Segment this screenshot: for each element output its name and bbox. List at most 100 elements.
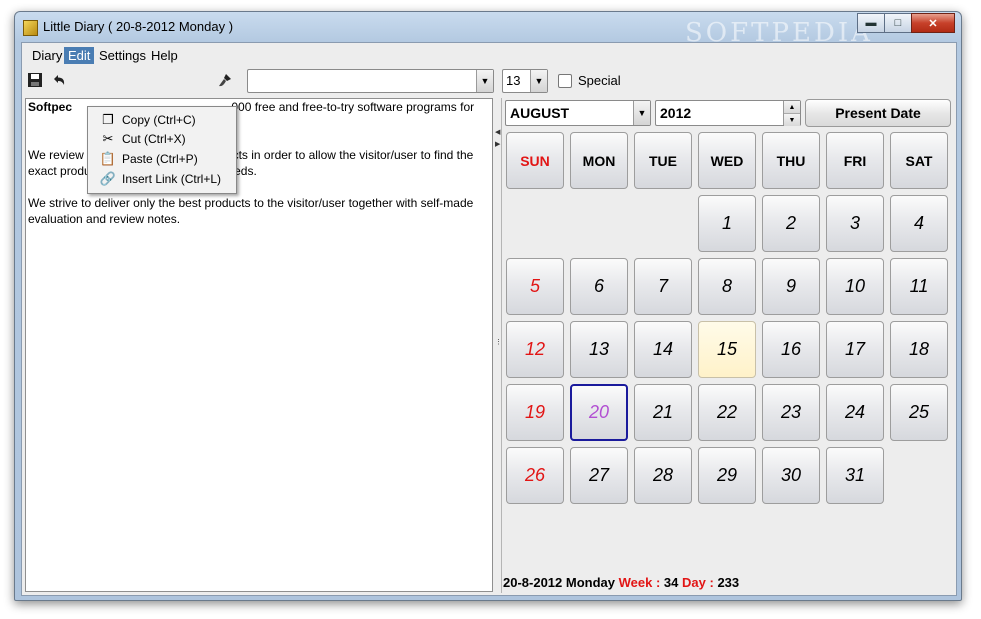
edit-menu-dropdown: ❐ Copy (Ctrl+C) ✂ Cut (Ctrl+X) 📋 Paste (…: [87, 106, 237, 194]
font-size-dropdown-icon[interactable]: ▼: [530, 70, 547, 92]
save-icon: [28, 73, 42, 87]
font-size-value: 13: [506, 73, 521, 88]
copy-icon: ❐: [102, 111, 114, 127]
year-up-icon[interactable]: ▲: [784, 101, 800, 113]
brush-icon: [219, 74, 231, 87]
close-icon: ✕: [928, 17, 938, 30]
undo-button[interactable]: [48, 69, 70, 91]
status-date: 20-8-2012 Monday: [503, 575, 615, 590]
calendar-day-17[interactable]: 17: [826, 321, 884, 378]
diary-app-icon: [23, 20, 38, 36]
paste-label: Paste (Ctrl+P): [122, 151, 198, 166]
calendar-day-19[interactable]: 19: [506, 384, 564, 441]
calendar-day-23[interactable]: 23: [762, 384, 820, 441]
link-icon: 🔗: [99, 170, 117, 186]
calendar-day-8[interactable]: 8: [698, 258, 756, 315]
calendar-day-25[interactable]: 25: [890, 384, 948, 441]
status-week-number: 34: [663, 575, 679, 590]
calendar-day-2[interactable]: 2: [762, 195, 820, 252]
calendar-day-26[interactable]: 26: [506, 447, 564, 504]
calendar-day-11[interactable]: 11: [890, 258, 948, 315]
copy-label: Copy (Ctrl+C): [122, 112, 196, 127]
pane-divider-line: [501, 98, 502, 593]
format-brush-button[interactable]: [214, 69, 236, 91]
calendar-day-4[interactable]: 4: [890, 195, 948, 252]
font-size-select[interactable]: 13 ▼: [502, 69, 548, 93]
font-select[interactable]: ▼: [247, 69, 494, 93]
month-dropdown-icon[interactable]: ▼: [633, 101, 650, 125]
menu-edit[interactable]: Edit: [64, 47, 95, 64]
save-button[interactable]: [24, 69, 46, 91]
calendar-day-28[interactable]: 28: [634, 447, 692, 504]
client-area: Diary Edit Settings Help ▼ 13 ▼ Special …: [21, 42, 957, 596]
status-week-label: Week :: [618, 575, 661, 590]
status-day-number: 233: [717, 575, 740, 590]
calendar-day-21[interactable]: 21: [634, 384, 692, 441]
close-button[interactable]: ✕: [911, 13, 955, 33]
weekday-header-thu: THU: [762, 132, 820, 189]
calendar-day-24[interactable]: 24: [826, 384, 884, 441]
window-title: Little Diary ( 20-8-2012 Monday ): [43, 19, 234, 34]
weekday-header-tue: TUE: [634, 132, 692, 189]
year-down-icon[interactable]: ▼: [784, 113, 800, 126]
collapse-left-icon[interactable]: ◀: [495, 128, 500, 136]
weekday-header-mon: MON: [570, 132, 628, 189]
year-spinner[interactable]: 2012 ▲ ▼: [655, 100, 801, 126]
calendar-day-16[interactable]: 16: [762, 321, 820, 378]
maximize-icon: □: [894, 17, 902, 29]
calendar-day-22[interactable]: 22: [698, 384, 756, 441]
status-line: 20-8-2012 Monday Week : 34 Day : 233: [503, 575, 739, 590]
calendar-day-12[interactable]: 12: [506, 321, 564, 378]
edit-menu-insert-link[interactable]: 🔗 Insert Link (Ctrl+L): [88, 169, 236, 188]
present-date-button[interactable]: Present Date: [805, 99, 951, 127]
calendar-day-10[interactable]: 10: [826, 258, 884, 315]
calendar-day-15[interactable]: 15: [698, 321, 756, 378]
insert-link-label: Insert Link (Ctrl+L): [122, 171, 222, 186]
weekday-header-sat: SAT: [890, 132, 948, 189]
edit-menu-copy[interactable]: ❐ Copy (Ctrl+C): [88, 110, 236, 129]
calendar-day-18[interactable]: 18: [890, 321, 948, 378]
weekday-header-fri: FRI: [826, 132, 884, 189]
year-value: 2012: [660, 105, 692, 121]
editor-bold-word: Softpec: [28, 100, 73, 114]
calendar-day-27[interactable]: 27: [570, 447, 628, 504]
undo-icon: [54, 75, 65, 85]
menu-diary[interactable]: Diary: [28, 47, 66, 64]
calendar-day-31[interactable]: 31: [826, 447, 884, 504]
menu-bar: Diary Edit Settings Help: [22, 43, 956, 65]
calendar-day-5[interactable]: 5: [506, 258, 564, 315]
editor-paragraph-3: We strive to deliver only the best produ…: [28, 196, 477, 226]
title-bar[interactable]: Little Diary ( 20-8-2012 Monday ) SOFTPE…: [15, 12, 961, 48]
calendar-day-29[interactable]: 29: [698, 447, 756, 504]
edit-menu-paste[interactable]: 📋 Paste (Ctrl+P): [88, 149, 236, 168]
calendar-day-20[interactable]: 20: [570, 384, 628, 441]
menu-settings[interactable]: Settings: [95, 47, 150, 64]
split-pane-divider[interactable]: ◀ ▶ ⋮: [494, 98, 502, 590]
calendar-day-3[interactable]: 3: [826, 195, 884, 252]
calendar-day-9[interactable]: 9: [762, 258, 820, 315]
calendar-day-30[interactable]: 30: [762, 447, 820, 504]
menu-help[interactable]: Help: [147, 47, 182, 64]
collapse-right-icon[interactable]: ▶: [495, 140, 500, 148]
font-dropdown-icon[interactable]: ▼: [476, 70, 493, 92]
weekday-header-sun: SUN: [506, 132, 564, 189]
status-day-label: Day :: [682, 575, 714, 590]
special-checkbox-box[interactable]: [558, 73, 572, 88]
calendar-day-13[interactable]: 13: [570, 321, 628, 378]
calendar-day-6[interactable]: 6: [570, 258, 628, 315]
calendar-day-14[interactable]: 14: [634, 321, 692, 378]
special-checkbox[interactable]: Special: [558, 73, 621, 88]
month-select[interactable]: AUGUST ▼: [505, 100, 651, 126]
year-spin-buttons: ▲ ▼: [783, 101, 800, 126]
special-label: Special: [578, 73, 621, 88]
app-window: Little Diary ( 20-8-2012 Monday ) SOFTPE…: [14, 11, 962, 601]
cut-label: Cut (Ctrl+X): [122, 131, 186, 146]
weekday-header-wed: WED: [698, 132, 756, 189]
maximize-button[interactable]: □: [884, 13, 912, 33]
scissors-icon: ✂: [102, 130, 114, 146]
edit-menu-cut[interactable]: ✂ Cut (Ctrl+X): [88, 129, 236, 148]
calendar-day-7[interactable]: 7: [634, 258, 692, 315]
minimize-icon: ▬: [865, 17, 877, 29]
calendar-day-1[interactable]: 1: [698, 195, 756, 252]
minimize-button[interactable]: ▬: [857, 13, 885, 33]
